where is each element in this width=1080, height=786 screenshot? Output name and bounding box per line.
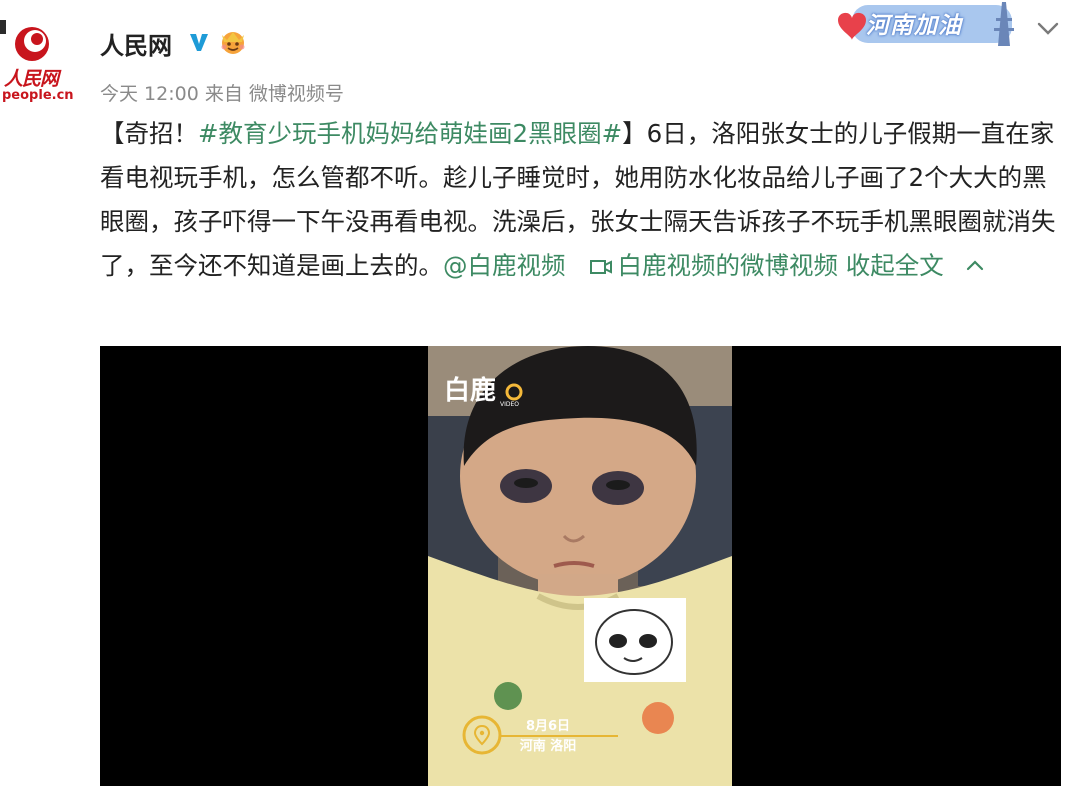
avatar-frame-corner xyxy=(0,20,6,34)
username[interactable]: 人民网 xyxy=(100,26,172,61)
blue-v-verified-icon xyxy=(190,34,208,51)
avatar[interactable]: 人民网 people.cn xyxy=(0,20,80,110)
svg-text:河南 洛阳: 河南 洛阳 xyxy=(520,738,577,754)
topic-badge-text: 河南加油 xyxy=(866,12,962,39)
logo-text: 人民网 xyxy=(4,68,59,90)
chevron-down-icon[interactable] xyxy=(1036,18,1060,38)
post-body: 【奇招！#教育少玩手机妈妈给萌娃画2黑眼圈#】6日，洛阳张女士的儿子假期一直在家… xyxy=(100,112,1065,288)
video-frame-image: 白鹿 VIDEO 8月6日 河南 洛阳 xyxy=(428,346,732,786)
chevron-up-icon[interactable] xyxy=(966,258,984,272)
svg-text:白鹿: 白鹿 xyxy=(444,375,496,406)
post-meta: 今天 12:00 来自 微博视频号 xyxy=(100,83,344,105)
svg-text:8月6日: 8月6日 xyxy=(526,719,570,734)
logo-url: people.cn xyxy=(2,88,74,103)
post-text-part1: 【奇招！ xyxy=(100,119,198,148)
collapse-link[interactable]: 收起全文 xyxy=(846,251,944,280)
video-source-link[interactable]: 白鹿视频的微博视频 xyxy=(618,251,839,280)
svg-text:VIDEO: VIDEO xyxy=(500,401,519,408)
video-link-icon xyxy=(589,260,612,274)
video-player[interactable]: 白鹿 VIDEO 8月6日 河南 洛阳 xyxy=(100,346,1061,786)
hashtag-link[interactable]: #教育少玩手机妈妈给萌娃画2黑眼圈# xyxy=(198,119,622,148)
people-daily-logo-icon xyxy=(15,27,49,61)
mention-link[interactable]: @白鹿视频 xyxy=(443,251,566,280)
vip-crown-icon[interactable] xyxy=(216,28,250,56)
